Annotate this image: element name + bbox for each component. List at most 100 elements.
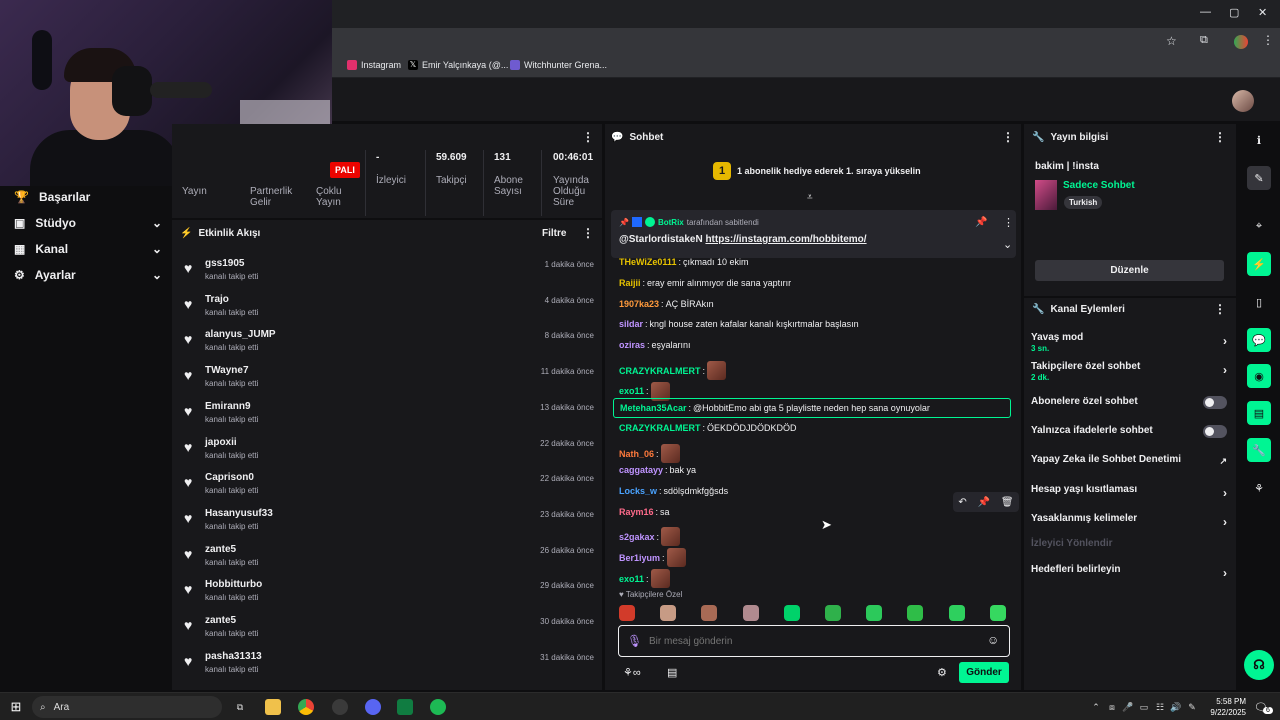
obs-icon[interactable] <box>332 699 348 715</box>
chat-message[interactable]: Raijii: eray emir alınmıyor die sana yap… <box>619 278 791 288</box>
chat-message[interactable]: 1907ka23: AÇ BİRAkın <box>619 299 714 309</box>
emoji-icon[interactable]: ☺ <box>987 633 999 647</box>
chat-message[interactable]: s2gakax: <box>619 527 681 547</box>
taskbar-search[interactable]: ⌕ Ara <box>32 696 222 718</box>
stats-menu-icon[interactable]: ⋮ <box>582 130 594 144</box>
wrench-icon[interactable]: 🔧 <box>1247 438 1271 462</box>
maximize-button[interactable]: ▢ <box>1229 6 1239 19</box>
pen-icon[interactable]: ✎ <box>1184 699 1200 715</box>
bookmark-witchhunter[interactable]: Witchhunter Grena... <box>510 60 607 70</box>
emote-shortcut[interactable] <box>742 605 759 621</box>
close-window-button[interactable]: ✕ <box>1258 6 1267 19</box>
emote-shortcut[interactable] <box>989 605 1006 621</box>
lightning-icon[interactable]: ⚡ <box>1247 252 1271 276</box>
pencil-icon[interactable]: ✎ <box>1247 166 1271 190</box>
activity-item[interactable]: ♥ gss1905 kanalı takip etti 1 dakika önce <box>184 256 594 292</box>
windows-start-icon[interactable]: ⊞ <box>8 699 24 715</box>
chat-message[interactable]: Nath_06: <box>619 444 680 464</box>
nav-item-channel[interactable]: ▦ Kanal ⌄ <box>14 242 162 256</box>
emote-shortcut[interactable] <box>825 605 841 621</box>
channel-action-item[interactable]: Hedefleri belirleyin › <box>1031 564 1229 580</box>
channel-action-item[interactable]: Yapay Zeka ile Sohbet Denetimi ↗ <box>1031 454 1229 466</box>
delete-icon[interactable]: 🗑 <box>1001 497 1014 508</box>
activity-item[interactable]: ♥ japoxii kanalı takip etti 22 dakika önce <box>184 435 594 471</box>
chevron-down-icon[interactable]: ⌄ <box>1003 238 1012 251</box>
emote-shortcut[interactable] <box>907 605 924 621</box>
emote-shortcut[interactable] <box>783 605 800 621</box>
activity-username[interactable]: zante5 <box>205 544 236 555</box>
chat-username[interactable]: 1907ka23 <box>619 299 659 309</box>
chat-input[interactable] <box>649 632 969 650</box>
pinned-menu-icon[interactable]: ⋮ <box>1003 216 1014 229</box>
chat-username[interactable]: Locks_w <box>619 486 657 496</box>
nav-item-achievements[interactable]: 🏆 Başarılar <box>14 190 162 204</box>
activity-item[interactable]: ♥ TWayne7 kanalı takip etti 11 dakika önce <box>184 363 594 399</box>
channel-action-item[interactable]: Yavaş mod 3 sn. › <box>1031 332 1229 353</box>
emote-shortcut[interactable] <box>660 605 677 621</box>
activity-item[interactable]: ♥ Caprison0 kanalı takip etti 22 dakika önc… <box>184 470 594 506</box>
activity-username[interactable]: gss1905 <box>205 258 244 269</box>
pin-message-icon[interactable]: 📌 <box>978 497 990 508</box>
activity-username[interactable]: alanyus_JUMP <box>205 329 276 340</box>
emote-shortcut[interactable] <box>948 605 965 621</box>
chat-username[interactable]: Metehan35Acar <box>620 403 687 413</box>
chrome-icon[interactable] <box>298 699 314 715</box>
send-button[interactable]: Gönder <box>959 662 1009 683</box>
activity-item[interactable]: ♥ alanyus_JUMP kanalı takip etti 8 dakika ö… <box>184 327 594 363</box>
toggle-switch[interactable] <box>1203 425 1227 438</box>
store-icon[interactable]: ▤ <box>667 666 677 679</box>
pinned-link[interactable]: https://instagram.com/hobbitemo/ <box>705 234 866 245</box>
bookmark-x[interactable]: 𝕏 Emir Yalçınkaya (@... <box>408 60 508 70</box>
activity-username[interactable]: japoxii <box>205 437 237 448</box>
points-icon[interactable]: ⚘ <box>1247 476 1271 500</box>
reply-icon[interactable]: ↶ <box>958 497 966 508</box>
nav-item-settings[interactable]: ⚙ Ayarlar ⌄ <box>14 268 162 282</box>
chat-username[interactable]: CRAZYKRALMERT <box>619 366 701 376</box>
task-view-icon[interactable]: ⧉ <box>232 699 248 715</box>
gift-leaderboard-banner[interactable]: 1 1 abonelik hediye ederek 1. sıraya yük… <box>713 162 921 180</box>
activity-item[interactable]: ♥ Trajo kanalı takip etti 4 dakika önce <box>184 292 594 328</box>
microphone-icon[interactable]: 🎤 <box>1120 699 1136 715</box>
display-icon[interactable]: ▭ <box>1136 699 1152 715</box>
chat-message[interactable]: Locks_w: sdölşdmkfgğsds <box>619 486 728 496</box>
activity-username[interactable]: TWayne7 <box>205 365 249 376</box>
chat-username[interactable]: sildar <box>619 319 643 329</box>
chat-username[interactable]: caggatayy <box>619 465 663 475</box>
taskbar-clock[interactable]: 5:58 PM 9/22/2025 <box>1200 696 1246 718</box>
activity-username[interactable]: Hasanyusuf33 <box>205 508 273 519</box>
chat-icon[interactable]: 💬 <box>1247 328 1271 352</box>
document-icon[interactable]: ▯ <box>1247 290 1271 314</box>
chat-username[interactable]: Raym16 <box>619 507 654 517</box>
chat-menu-icon[interactable]: ⋮ <box>1002 130 1014 144</box>
points-icon[interactable]: ⚘∞ <box>623 666 641 679</box>
chat-message[interactable]: oziras: eşyalarını <box>619 340 691 350</box>
user-avatar[interactable] <box>1232 90 1254 112</box>
chat-message[interactable]: Raym16: sa <box>619 507 670 517</box>
category-name[interactable]: Sadece Sohbet <box>1063 180 1135 191</box>
channel-action-item[interactable]: Hesap yaşı kısıtlaması › <box>1031 484 1229 500</box>
activity-item[interactable]: ♥ Emirann9 kanalı takip etti 13 dakika önce <box>184 399 594 435</box>
emote-shortcut[interactable] <box>619 605 635 621</box>
tag-badge[interactable]: Turkish <box>1064 196 1103 209</box>
tray-chevron-icon[interactable]: ⌃ <box>1088 699 1104 715</box>
info-icon[interactable]: ℹ <box>1247 128 1271 152</box>
chat-username[interactable]: Nath_06 <box>619 449 654 459</box>
activity-item[interactable]: ♥ zante5 kanalı takip etti 30 dakika önce <box>184 613 594 649</box>
file-explorer-icon[interactable] <box>265 699 281 715</box>
excel-icon[interactable] <box>397 699 413 715</box>
activity-username[interactable]: Trajo <box>205 294 229 305</box>
activity-item[interactable]: ♥ Hasanyusuf33 kanalı takip etti 23 dakika … <box>184 506 594 542</box>
spotify-icon[interactable] <box>430 699 446 715</box>
stream-info-menu-icon[interactable]: ⋮ <box>1214 130 1226 144</box>
chat-message[interactable]: exo11: <box>619 569 670 588</box>
broadcast-icon[interactable]: ◉ <box>1247 364 1271 388</box>
chat-message[interactable]: Ber1iyum: <box>619 548 686 568</box>
channel-action-item[interactable]: Yalnızca ifadelerle sohbet <box>1031 425 1229 438</box>
collapse-icon[interactable]: ⩡ <box>807 192 813 203</box>
minimize-button[interactable]: — <box>1200 6 1211 18</box>
discord-icon[interactable] <box>365 699 381 715</box>
chat-message[interactable]: sildar: kngl house zaten kafalar kanalı … <box>619 319 859 329</box>
tray-app-icon[interactable]: ⧈ <box>1104 699 1120 715</box>
target-icon[interactable]: ⌖ <box>1247 214 1271 238</box>
profile-icon[interactable] <box>1234 35 1248 49</box>
